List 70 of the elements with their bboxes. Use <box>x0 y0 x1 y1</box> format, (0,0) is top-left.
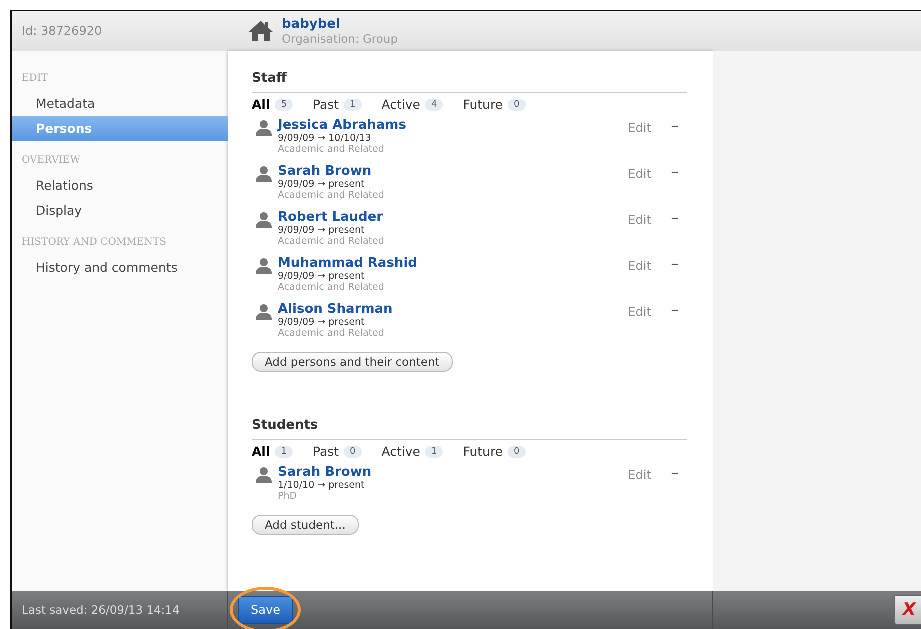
date-range: 9/09/09 → present <box>278 225 366 236</box>
count-badge: 1 <box>425 446 444 458</box>
edit-link[interactable]: Edit <box>628 167 652 181</box>
date-range: 1/10/10 → present <box>278 480 366 491</box>
person-name-link[interactable]: Jessica Abrahams <box>278 118 628 133</box>
house-icon <box>248 20 274 42</box>
date-range: 9/09/09 → 10/10/13 <box>278 133 372 144</box>
remove-button[interactable]: − <box>667 211 683 226</box>
person-icon <box>256 120 272 136</box>
date-range: 9/09/09 → present <box>278 317 366 328</box>
sidebar-item[interactable]: Metadata <box>12 91 228 116</box>
organisation-name: babybel <box>282 16 342 32</box>
date-range: 9/09/09 → present <box>278 271 366 282</box>
person-name-link[interactable]: Alison Sharman <box>278 302 628 317</box>
section-heading: HISTORY AND COMMENTS <box>21 237 168 250</box>
add-button[interactable]: Add student... <box>252 515 359 535</box>
section-heading: OVERVIEW <box>21 155 82 168</box>
close-button[interactable]: X <box>894 595 921 625</box>
section-title: Staff <box>252 71 687 93</box>
date-range: 9/09/09 → present <box>278 179 366 190</box>
remove-button[interactable]: − <box>667 119 683 134</box>
edit-link[interactable]: Edit <box>628 305 652 319</box>
person-icon <box>256 304 272 320</box>
person-role: Academic and Related <box>278 328 386 339</box>
remove-button[interactable]: − <box>667 165 683 180</box>
person-name-link[interactable]: Sarah Brown <box>278 164 628 179</box>
sidebar-item[interactable]: Display <box>12 198 228 223</box>
count-badge: 0 <box>344 446 362 458</box>
remove-button[interactable]: − <box>667 466 683 481</box>
remove-button[interactable]: − <box>667 257 683 272</box>
filter-tab[interactable]: Past 0 <box>312 444 362 459</box>
person-name-link[interactable]: Muhammad Rashid <box>278 256 628 271</box>
person-icon <box>256 166 272 182</box>
section-heading: EDIT <box>21 73 49 86</box>
person-role: Academic and Related <box>278 144 386 155</box>
filter-tab[interactable]: Past 1 <box>312 97 362 112</box>
person-role: Academic and Related <box>278 236 386 247</box>
count-badge: 1 <box>275 446 293 458</box>
count-badge: 1 <box>344 98 362 110</box>
filter-tab[interactable]: Active 4 <box>382 97 444 112</box>
filter-tab[interactable]: All 1 <box>252 444 293 459</box>
count-badge: 0 <box>508 446 526 458</box>
person-icon <box>256 467 272 483</box>
filter-tab[interactable]: Future 0 <box>463 444 526 459</box>
save-button[interactable]: Save <box>238 596 294 624</box>
count-badge: 0 <box>508 98 526 110</box>
count-badge: 4 <box>425 98 444 110</box>
person-name-link[interactable]: Sarah Brown <box>278 465 628 480</box>
record-id: Id: 38726920 <box>22 24 102 38</box>
person-role: Academic and Related <box>278 282 386 293</box>
person-icon <box>256 258 272 274</box>
person-role: PhD <box>278 491 298 502</box>
count-badge: 5 <box>275 98 293 110</box>
person-role: Academic and Related <box>278 190 386 201</box>
edit-link[interactable]: Edit <box>628 213 652 227</box>
filter-tab[interactable]: Active 1 <box>382 444 444 459</box>
sidebar-item[interactable]: History and comments <box>12 255 228 280</box>
edit-link[interactable]: Edit <box>628 468 652 482</box>
sidebar-item[interactable]: Relations <box>12 173 228 198</box>
organisation-type: Organisation: Group <box>282 32 398 46</box>
person-name-link[interactable]: Robert Lauder <box>278 210 628 225</box>
filter-tab[interactable]: All 5 <box>252 97 293 112</box>
section-title: Students <box>252 418 687 440</box>
remove-button[interactable]: − <box>667 303 683 318</box>
filter-tab[interactable]: Future 0 <box>463 97 526 112</box>
edit-link[interactable]: Edit <box>628 259 652 273</box>
add-button[interactable]: Add persons and their content <box>252 352 453 372</box>
edit-link[interactable]: Edit <box>628 121 652 135</box>
last-saved-text: Last saved: 26/09/13 14:14 <box>22 603 180 617</box>
person-icon <box>256 212 272 228</box>
